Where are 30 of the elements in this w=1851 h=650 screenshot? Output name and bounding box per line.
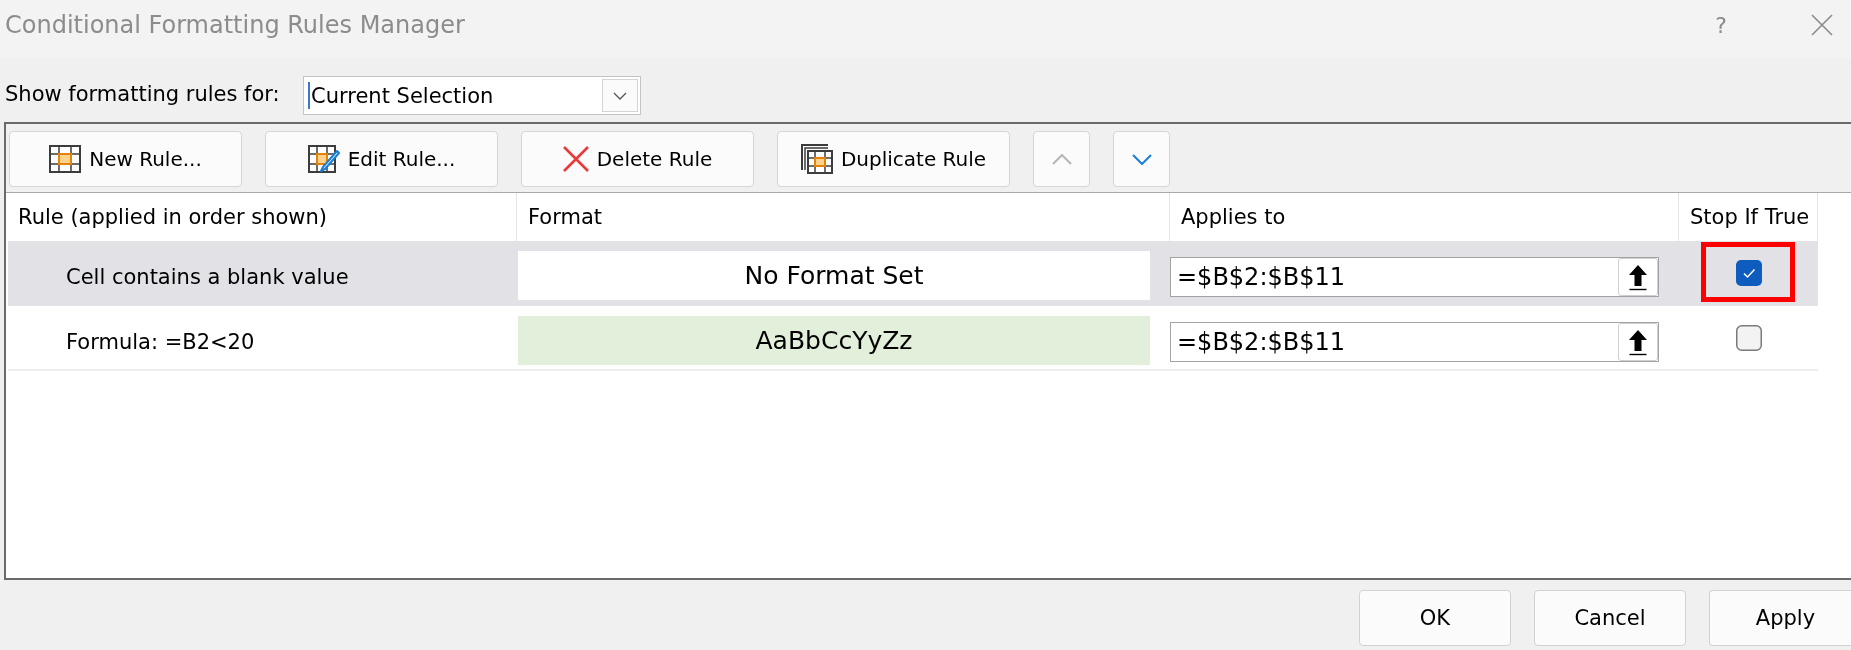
- chevron-down-icon: [613, 91, 627, 100]
- close-icon: [1811, 14, 1833, 36]
- rule-row[interactable]: Cell contains a blank value No Format Set =$B$2:$B$11: [8, 241, 1818, 306]
- stop-if-true-checkbox[interactable]: [1735, 324, 1762, 351]
- table-icon: [49, 145, 82, 173]
- applies-to-field[interactable]: =$B$2:$B$11: [1170, 257, 1659, 297]
- applies-to-field[interactable]: =$B$2:$B$11: [1170, 322, 1659, 362]
- scope-dropdown[interactable]: Current Selection: [303, 76, 641, 115]
- range-select-button[interactable]: [1618, 258, 1658, 296]
- rule-text: Cell contains a blank value: [66, 264, 349, 289]
- duplicate-rule-button[interactable]: Duplicate Rule: [777, 131, 1010, 187]
- up-arrow-icon: [1628, 328, 1648, 356]
- range-select-button[interactable]: [1618, 323, 1658, 361]
- window-title: Conditional Formatting Rules Manager: [5, 11, 465, 39]
- scope-label: Show formatting rules for:: [5, 82, 281, 106]
- dialog-button[interactable]: OK: [1359, 590, 1511, 646]
- format-preview: No Format Set: [518, 251, 1150, 300]
- delete-rule-button[interactable]: Delete Rule: [521, 131, 754, 187]
- close-button[interactable]: [1811, 14, 1833, 36]
- stop-if-true-checkbox[interactable]: [1735, 259, 1762, 286]
- stacked-tables-icon: [800, 144, 833, 174]
- new-rule-button[interactable]: New Rule...: [9, 131, 242, 187]
- edit-rule-button[interactable]: Edit Rule...: [265, 131, 498, 187]
- format-preview: AaBbCcYyZz: [518, 316, 1150, 365]
- up-arrow-icon: [1628, 263, 1648, 291]
- dialog-button[interactable]: Apply: [1709, 590, 1851, 646]
- rule-text: Formula: =B2<20: [66, 329, 255, 354]
- table-pencil-icon: [307, 145, 340, 173]
- dialog-button[interactable]: Cancel: [1534, 590, 1686, 646]
- cross-icon: [562, 146, 589, 172]
